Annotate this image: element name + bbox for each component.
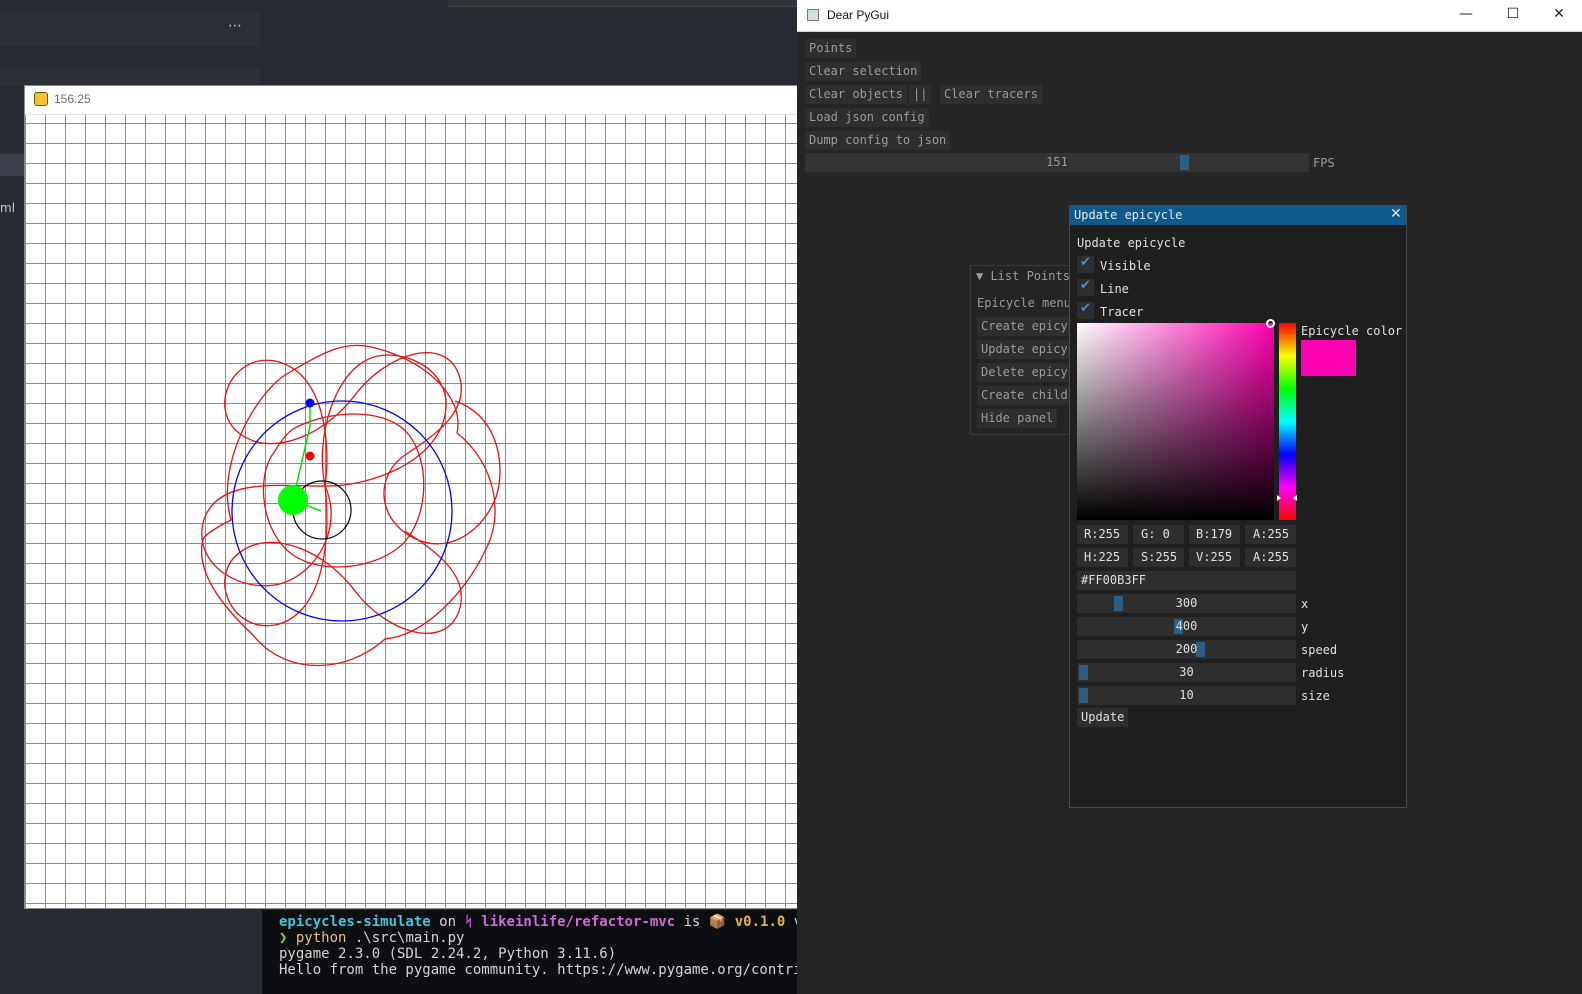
clear-tracers-button[interactable]: Clear tracers xyxy=(940,85,1042,104)
terminal-output-line: pygame 2.3.0 (SDL 2.24.2, Python 3.11.6) xyxy=(279,946,617,962)
package-icon: 📦 xyxy=(708,914,727,930)
package-version: v0.1.0 xyxy=(726,914,786,930)
update-button[interactable]: Update xyxy=(1077,708,1129,727)
tracer-label: Tracer xyxy=(1100,305,1144,319)
line-label: Line xyxy=(1100,282,1129,296)
speed-value: 200 xyxy=(1175,642,1198,656)
command-args: .\src\main.py xyxy=(346,930,465,946)
fps-label: FPS xyxy=(1313,156,1335,170)
saturation-value-picker[interactable] xyxy=(1077,323,1274,520)
grid-background xyxy=(25,115,797,908)
terminal-command-line: ❯ python .\src\main.py xyxy=(279,930,464,946)
terminal-text: on xyxy=(430,914,465,930)
terminal-output-line: Hello from the pygame community. https:/… xyxy=(279,962,836,978)
update-epicycle-heading: Update epicycle xyxy=(1077,236,1186,250)
red-input[interactable]: R:255 xyxy=(1077,525,1128,544)
terminal-prompt-line: epicycles-simulate on ᛋ likeinlife/refac… xyxy=(279,914,819,930)
background-selected-item xyxy=(0,154,26,176)
points-header: Points xyxy=(805,39,857,58)
pygame-titlebar: 156.25 xyxy=(25,86,797,115)
update-epicycle-title: Update epicycle xyxy=(1074,208,1183,222)
y-label: y xyxy=(1301,620,1309,634)
hue-marker-right-icon xyxy=(1293,495,1297,501)
maximize-icon[interactable]: ☐ xyxy=(1500,6,1526,24)
size-value: 10 xyxy=(1179,688,1194,702)
y-value: 400 xyxy=(1175,619,1198,633)
more-options-icon[interactable]: ⋯ xyxy=(228,18,242,34)
update-epicycle-window: Update epicycle ✕ Update epicycle ✔ Visi… xyxy=(1069,205,1407,808)
window-title: Dear PyGui xyxy=(827,8,890,22)
background-file-fragment: ml xyxy=(0,201,16,215)
minimize-icon[interactable]: — xyxy=(1453,6,1479,24)
create-child-button[interactable]: Create child xyxy=(977,386,1072,405)
pygame-window: 156.25 xyxy=(25,86,797,908)
load-json-button[interactable]: Load json config xyxy=(805,108,929,127)
green-input[interactable]: G: 0 xyxy=(1133,525,1184,544)
radius-slider[interactable]: 30 xyxy=(1077,663,1296,682)
speed-slider[interactable]: 200 xyxy=(1077,640,1296,659)
size-slider[interactable]: 10 xyxy=(1077,686,1296,705)
clear-selection-button[interactable]: Clear selection xyxy=(805,62,922,81)
x-label: x xyxy=(1301,597,1309,611)
git-branch: likeinlife/refactor-mvc xyxy=(472,914,676,930)
x-value: 300 xyxy=(1175,596,1198,610)
saturation-input[interactable]: S:255 xyxy=(1133,548,1184,567)
hue-bar[interactable] xyxy=(1279,323,1296,520)
fps-slider[interactable]: 151 xyxy=(805,153,1309,172)
hex-input[interactable]: #FF00B3FF xyxy=(1077,571,1296,590)
pygame-window-title: 156.25 xyxy=(54,92,91,106)
color-picker-handle[interactable] xyxy=(1266,319,1275,328)
clear-objects-button[interactable]: Clear objects xyxy=(805,85,907,104)
x-slider[interactable]: 300 xyxy=(1077,594,1296,613)
epicycle-color-label: Epicycle color xyxy=(1301,324,1403,338)
app-icon xyxy=(807,9,819,21)
alpha-input[interactable]: A:255 xyxy=(1245,525,1296,544)
fps-value: 151 xyxy=(1046,155,1068,169)
center-point xyxy=(278,485,308,515)
triangle-down-icon: ▼ xyxy=(976,269,991,283)
project-name: epicycles-simulate xyxy=(279,914,431,930)
radius-value: 30 xyxy=(1179,665,1194,679)
speed-label: speed xyxy=(1301,643,1338,657)
tracer-checkbox[interactable]: ✔ xyxy=(1077,301,1094,319)
hide-panel-button[interactable]: Hide panel xyxy=(977,409,1058,428)
list-points-header[interactable]: ▼ List Points xyxy=(976,269,1070,283)
pygame-snake-icon xyxy=(34,92,48,106)
radius-label: radius xyxy=(1301,666,1345,680)
check-icon: ✔ xyxy=(1080,301,1091,316)
y-slider[interactable]: 400 xyxy=(1077,617,1296,636)
check-icon: ✔ xyxy=(1080,255,1091,270)
dearpygui-titlebar: Dear PyGui — ☐ ✕ xyxy=(797,0,1582,32)
update-epicycle-titlebar[interactable]: Update epicycle ✕ xyxy=(1070,206,1406,225)
branch-icon: ᛋ xyxy=(464,914,473,930)
value-input[interactable]: V:255 xyxy=(1189,548,1240,567)
blue-input[interactable]: B:179 xyxy=(1189,525,1240,544)
color-swatch[interactable] xyxy=(1301,340,1356,376)
hue-input[interactable]: H:225 xyxy=(1077,548,1128,567)
epicycle-point-red xyxy=(305,451,315,461)
terminal-panel: epicycles-simulate on ᛋ likeinlife/refac… xyxy=(262,910,835,994)
terminal-text: is xyxy=(675,914,709,930)
epicycle-point-blue xyxy=(305,398,315,408)
list-points-header-label: List Points xyxy=(990,269,1070,283)
visible-label: Visible xyxy=(1100,259,1151,273)
background-panel-strip xyxy=(0,68,260,86)
dump-json-button[interactable]: Dump config to json xyxy=(805,131,951,150)
visible-checkbox[interactable]: ✔ xyxy=(1077,255,1094,273)
command-name: python xyxy=(287,930,347,946)
close-icon[interactable]: ✕ xyxy=(1546,6,1572,24)
hue-marker-left-icon xyxy=(1277,495,1281,501)
check-icon: ✔ xyxy=(1080,278,1091,293)
close-icon[interactable]: ✕ xyxy=(1390,206,1402,222)
line-checkbox[interactable]: ✔ xyxy=(1077,278,1094,296)
alpha-input[interactable]: A:255 xyxy=(1245,548,1296,567)
epicycle-menu-label: Epicycle menu xyxy=(977,296,1071,310)
list-points-panel: ▼ List Points Epicycle menu Create epicy… xyxy=(970,265,1094,435)
size-label: size xyxy=(1301,689,1330,703)
dearpygui-window: Dear PyGui — ☐ ✕ Points Clear selection … xyxy=(797,0,1582,994)
background-tab-strip xyxy=(448,0,798,7)
simulation-canvas[interactable] xyxy=(25,115,797,908)
background-toolbar xyxy=(0,12,260,46)
separator-label: || xyxy=(909,85,932,104)
